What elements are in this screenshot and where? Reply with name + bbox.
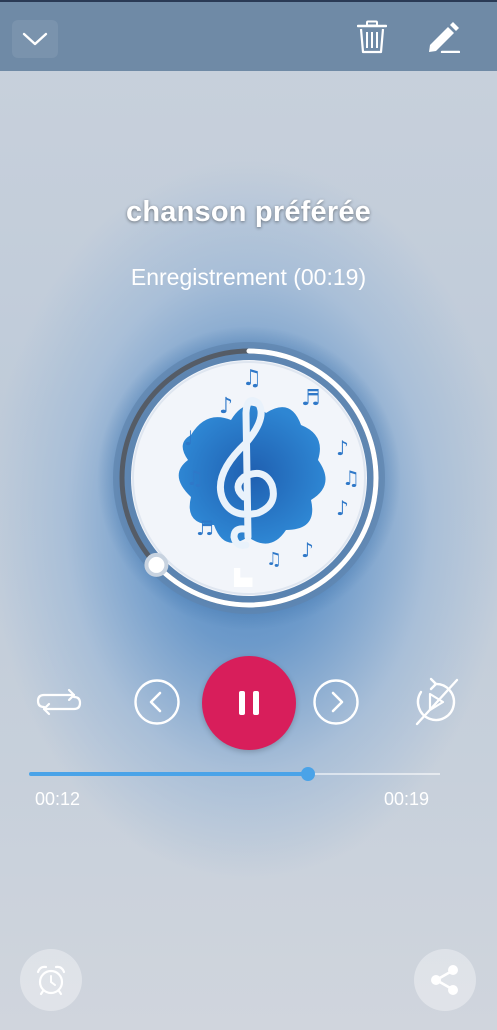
svg-text:♪: ♪ [336, 436, 349, 460]
current-time: 00:12 [35, 789, 81, 809]
chevron-right-circle-icon [313, 679, 359, 725]
share-icon [431, 965, 458, 995]
delete-button[interactable] [352, 17, 392, 57]
seek-progress [29, 772, 309, 776]
svg-text:♪: ♪ [219, 394, 233, 419]
svg-text:♫: ♫ [266, 549, 282, 570]
collapse-button[interactable] [12, 20, 58, 58]
sleep-timer-button[interactable] [20, 949, 82, 1011]
top-bar [0, 0, 497, 71]
svg-text:▙▖: ▙▖ [233, 568, 259, 587]
svg-text:♫: ♫ [242, 366, 262, 391]
repeat-button[interactable] [30, 682, 88, 722]
repeat-icon [36, 688, 82, 716]
share-button[interactable] [414, 949, 476, 1011]
pause-icon [239, 691, 259, 715]
pencil-icon [429, 22, 460, 53]
seek-bar[interactable] [29, 767, 440, 781]
album-artwork-dial[interactable]: ♪ ♫ ♬ ♩ ♪ ♫ ♪ ♫ ♬ ♪ ♫ ▙▖ [96, 325, 402, 631]
trash-icon [357, 20, 387, 54]
play-pause-button[interactable] [202, 656, 296, 750]
svg-text:♬: ♬ [301, 386, 321, 411]
total-time: 00:19 [384, 789, 430, 809]
svg-text:♬: ♬ [196, 516, 214, 540]
next-button[interactable] [312, 678, 360, 726]
chevron-left-circle-icon [134, 679, 180, 725]
previous-button[interactable] [133, 678, 181, 726]
track-subtitle: Enregistrement (00:19) [130, 264, 367, 290]
autoplay-toggle[interactable] [409, 676, 461, 728]
chevron-down-icon [22, 32, 48, 46]
alarm-clock-icon [36, 965, 66, 996]
svg-text:♪: ♪ [301, 538, 314, 562]
seek-thumb[interactable] [301, 767, 316, 781]
autoplay-off-icon [415, 677, 459, 726]
svg-text:♫: ♫ [342, 466, 360, 490]
svg-text:♩: ♩ [184, 426, 193, 450]
edit-button[interactable] [421, 17, 465, 57]
track-title: chanson préférée [126, 196, 371, 228]
svg-text:♫: ♫ [186, 466, 204, 490]
progress-ring-thumb[interactable] [144, 552, 169, 577]
svg-text:♪: ♪ [336, 496, 349, 520]
